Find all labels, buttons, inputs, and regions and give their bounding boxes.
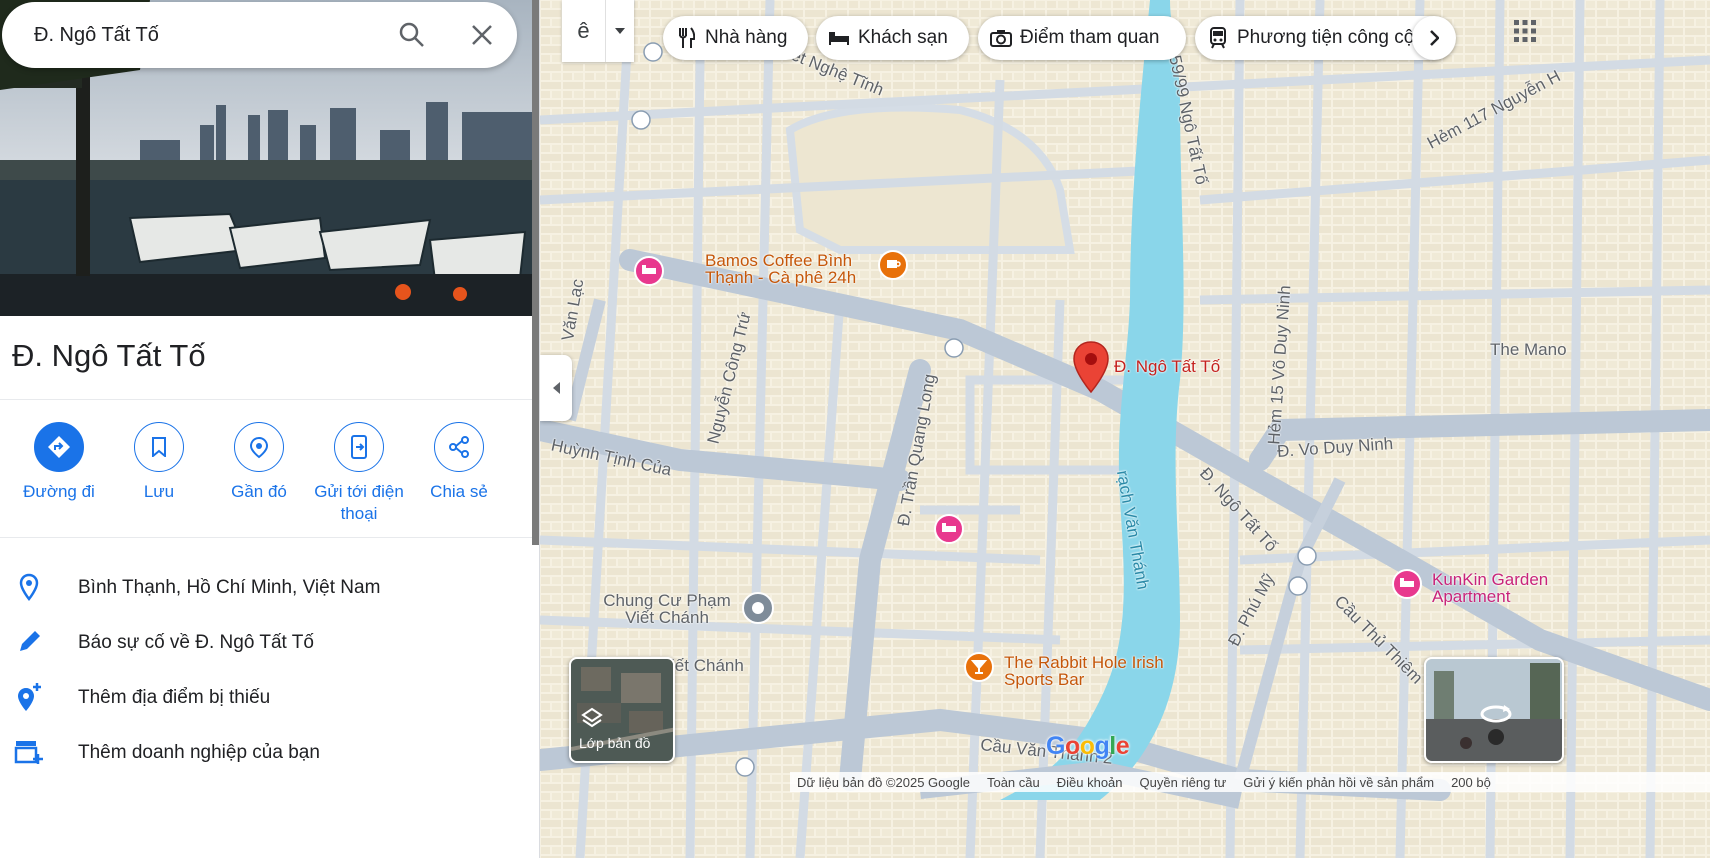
map-footer: Dữ liệu bản đồ ©2025 Google Toàn cầu Điề… [790,772,1710,792]
location-pin-icon [14,572,44,602]
info-list: Bình Thạnh, Hồ Chí Minh, Việt Nam Báo sự… [0,560,532,780]
divider [0,399,532,400]
info-add-place[interactable]: Thêm địa điểm bị thiếu [0,670,532,725]
place-panel: Đ. Ngô Tất Tố Đường đi Lưu Gần đó [0,0,540,858]
add-place-icon [14,682,44,712]
chip-hotels[interactable]: Khách sạn [816,16,969,60]
google-logo: Google [1046,732,1130,760]
caret-down-icon [615,28,625,34]
action-label: Đường đi [23,482,95,501]
info-address[interactable]: Bình Thạnh, Hồ Chí Minh, Việt Nam [0,560,532,615]
bar-poi-icon[interactable] [964,652,994,686]
place-label-the-manor: The Mano [1490,340,1567,359]
info-text: Thêm doanh nghiệp của bạn [78,741,320,763]
nearby-button[interactable]: Gần đó [209,420,309,503]
close-icon [472,25,492,45]
camera-icon [990,27,1012,49]
action-label: Gần đó [231,482,287,501]
directions-icon [34,422,84,472]
chip-label: Nhà hàng [705,27,788,48]
chip-attractions[interactable]: Điểm tham quan [978,16,1186,60]
footer-scale[interactable]: 200 bộ [1451,775,1491,790]
footer-copyright[interactable]: Dữ liệu bản đồ ©2025 Google [797,775,970,790]
google-apps-button[interactable] [1508,14,1542,48]
panel-scrollbar[interactable] [532,0,539,545]
place-title: Đ. Ngô Tất Tố [12,338,206,373]
apps-grid-icon [1514,20,1536,42]
pencil-icon [14,627,44,657]
chip-label: Phương tiện công cộng [1237,27,1436,48]
hotel-poi-icon[interactable] [634,256,664,286]
clear-search-button[interactable] [464,17,500,53]
map-pin-icon[interactable] [1072,340,1110,394]
send-to-phone-icon [334,422,384,472]
search-icon [399,22,424,47]
hotel-icon [828,27,850,49]
input-method-selector[interactable]: ê [562,0,634,62]
input-method-dropdown[interactable] [606,0,634,62]
chevron-right-icon [1430,30,1439,46]
footer-global[interactable]: Toàn cầu [987,775,1040,790]
hotel-poi-icon[interactable] [1392,569,1422,599]
360-view-icon [1480,705,1512,723]
share-button[interactable]: Chia sẻ [409,420,509,503]
search-box [2,2,517,68]
action-label: Gửi tới điện thoại [314,482,404,523]
save-button[interactable]: Lưu [109,420,209,503]
poi-label-rabbit-hole[interactable]: The Rabbit Hole Irish Sports Bar [1004,654,1174,688]
hotel-poi-icon[interactable] [934,514,964,544]
footer-terms[interactable]: Điều khoản [1057,775,1123,790]
chip-restaurants[interactable]: Nhà hàng [663,16,808,60]
footer-feedback[interactable]: Gửi ý kiến phản hồi về sản phẩm [1243,775,1434,790]
building-poi-icon[interactable] [742,592,774,626]
chip-label: Khách sạn [858,27,948,48]
add-business-icon [14,737,44,767]
collapse-panel-button[interactable] [540,355,572,421]
map-layers-button[interactable]: Lớp bản đồ [569,657,675,763]
info-text: Báo sự cố về Đ. Ngô Tất Tố [78,631,314,653]
layers-label: Lớp bản đồ [579,735,651,751]
action-label: Chia sẻ [430,482,488,501]
cafe-poi-icon[interactable] [878,250,908,284]
chip-label: Điểm tham quan [1020,27,1160,48]
footer-privacy[interactable]: Quyền riêng tư [1140,775,1227,790]
bookmark-icon [134,422,184,472]
restaurant-icon [675,27,697,49]
info-add-business[interactable]: Thêm doanh nghiệp của bạn [0,725,532,780]
poi-label-chung-cu[interactable]: Chung Cư Phạm Viết Chánh [592,592,742,626]
search-button[interactable] [394,17,430,53]
pin-label[interactable]: Đ. Ngô Tất Tố [1114,358,1220,375]
divider [0,537,532,538]
info-text: Bình Thạnh, Hồ Chí Minh, Việt Nam [78,576,381,598]
directions-button[interactable]: Đường đi [9,420,109,503]
input-method-char[interactable]: ê [562,0,606,62]
chips-next-button[interactable] [1412,16,1456,60]
send-to-phone-button[interactable]: Gửi tới điện thoại [309,420,409,525]
layers-icon [581,707,603,728]
street-view-button[interactable] [1424,657,1564,763]
share-icon [434,422,484,472]
search-input[interactable] [34,23,374,47]
action-bar: Đường đi Lưu Gần đó Gửi tới điện thoại C… [0,420,532,530]
poi-label-kunkin-garden[interactable]: KunKin Garden Apartment [1432,571,1602,605]
info-report-issue[interactable]: Báo sự cố về Đ. Ngô Tất Tố [0,615,532,670]
transit-icon [1207,27,1229,49]
nearby-icon [234,422,284,472]
info-text: Thêm địa điểm bị thiếu [78,686,271,708]
chevron-left-icon [553,382,560,394]
poi-label-bamos-coffee[interactable]: Bamos Coffee Bình Thạnh - Cà phê 24h [705,252,880,286]
google-maps-window: Viết Nghệ Tĩnh 59/99 Ngô Tất Tố Hẻm 117 … [0,0,1710,858]
action-label: Lưu [143,482,175,501]
